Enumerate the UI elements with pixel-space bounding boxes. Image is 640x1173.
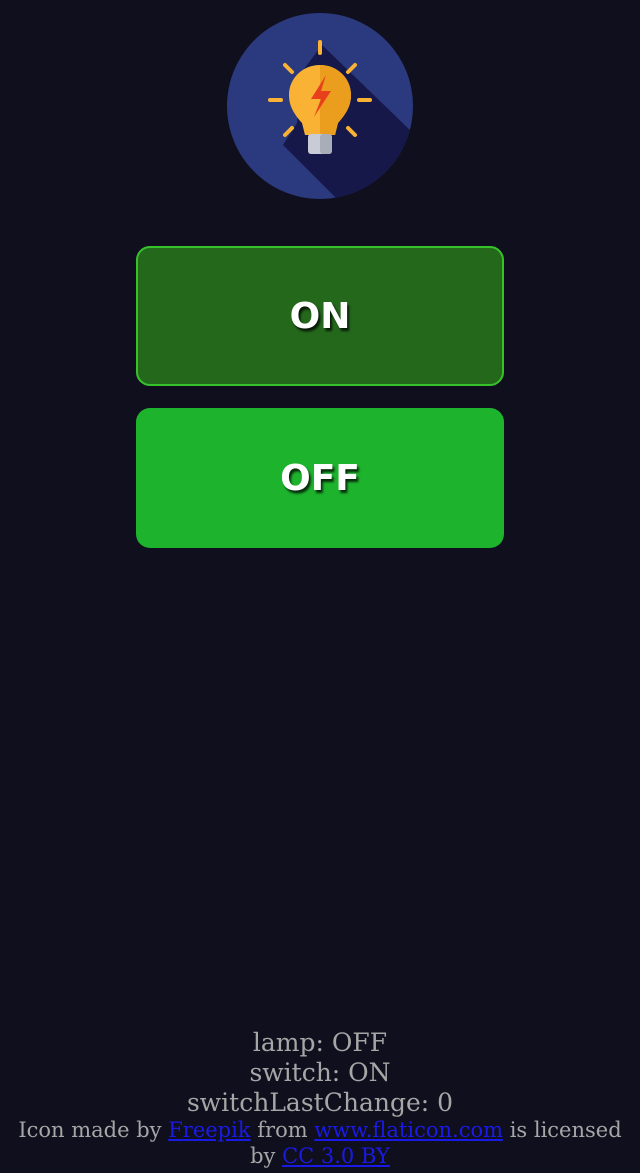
- off-button-label: OFF: [280, 457, 360, 499]
- icon-credit: Icon made by Freepik from www.flaticon.c…: [6, 1117, 634, 1169]
- credit-middle: from: [250, 1118, 315, 1142]
- switch-last-change-status: switchLastChange: 0: [186, 1088, 454, 1117]
- freepik-link[interactable]: Freepik: [168, 1118, 250, 1142]
- flaticon-link[interactable]: www.flaticon.com: [314, 1118, 503, 1142]
- off-button[interactable]: OFF: [136, 408, 504, 548]
- license-link[interactable]: CC 3.0 BY: [282, 1144, 390, 1168]
- switch-status: switch: ON: [249, 1058, 391, 1087]
- on-button[interactable]: ON: [136, 246, 504, 386]
- lightbulb-icon: [227, 13, 413, 199]
- credit-prefix: Icon made by: [18, 1118, 169, 1142]
- lightbulb-logo: [227, 13, 413, 199]
- lamp-status: lamp: OFF: [252, 1028, 388, 1057]
- on-button-label: ON: [289, 295, 351, 337]
